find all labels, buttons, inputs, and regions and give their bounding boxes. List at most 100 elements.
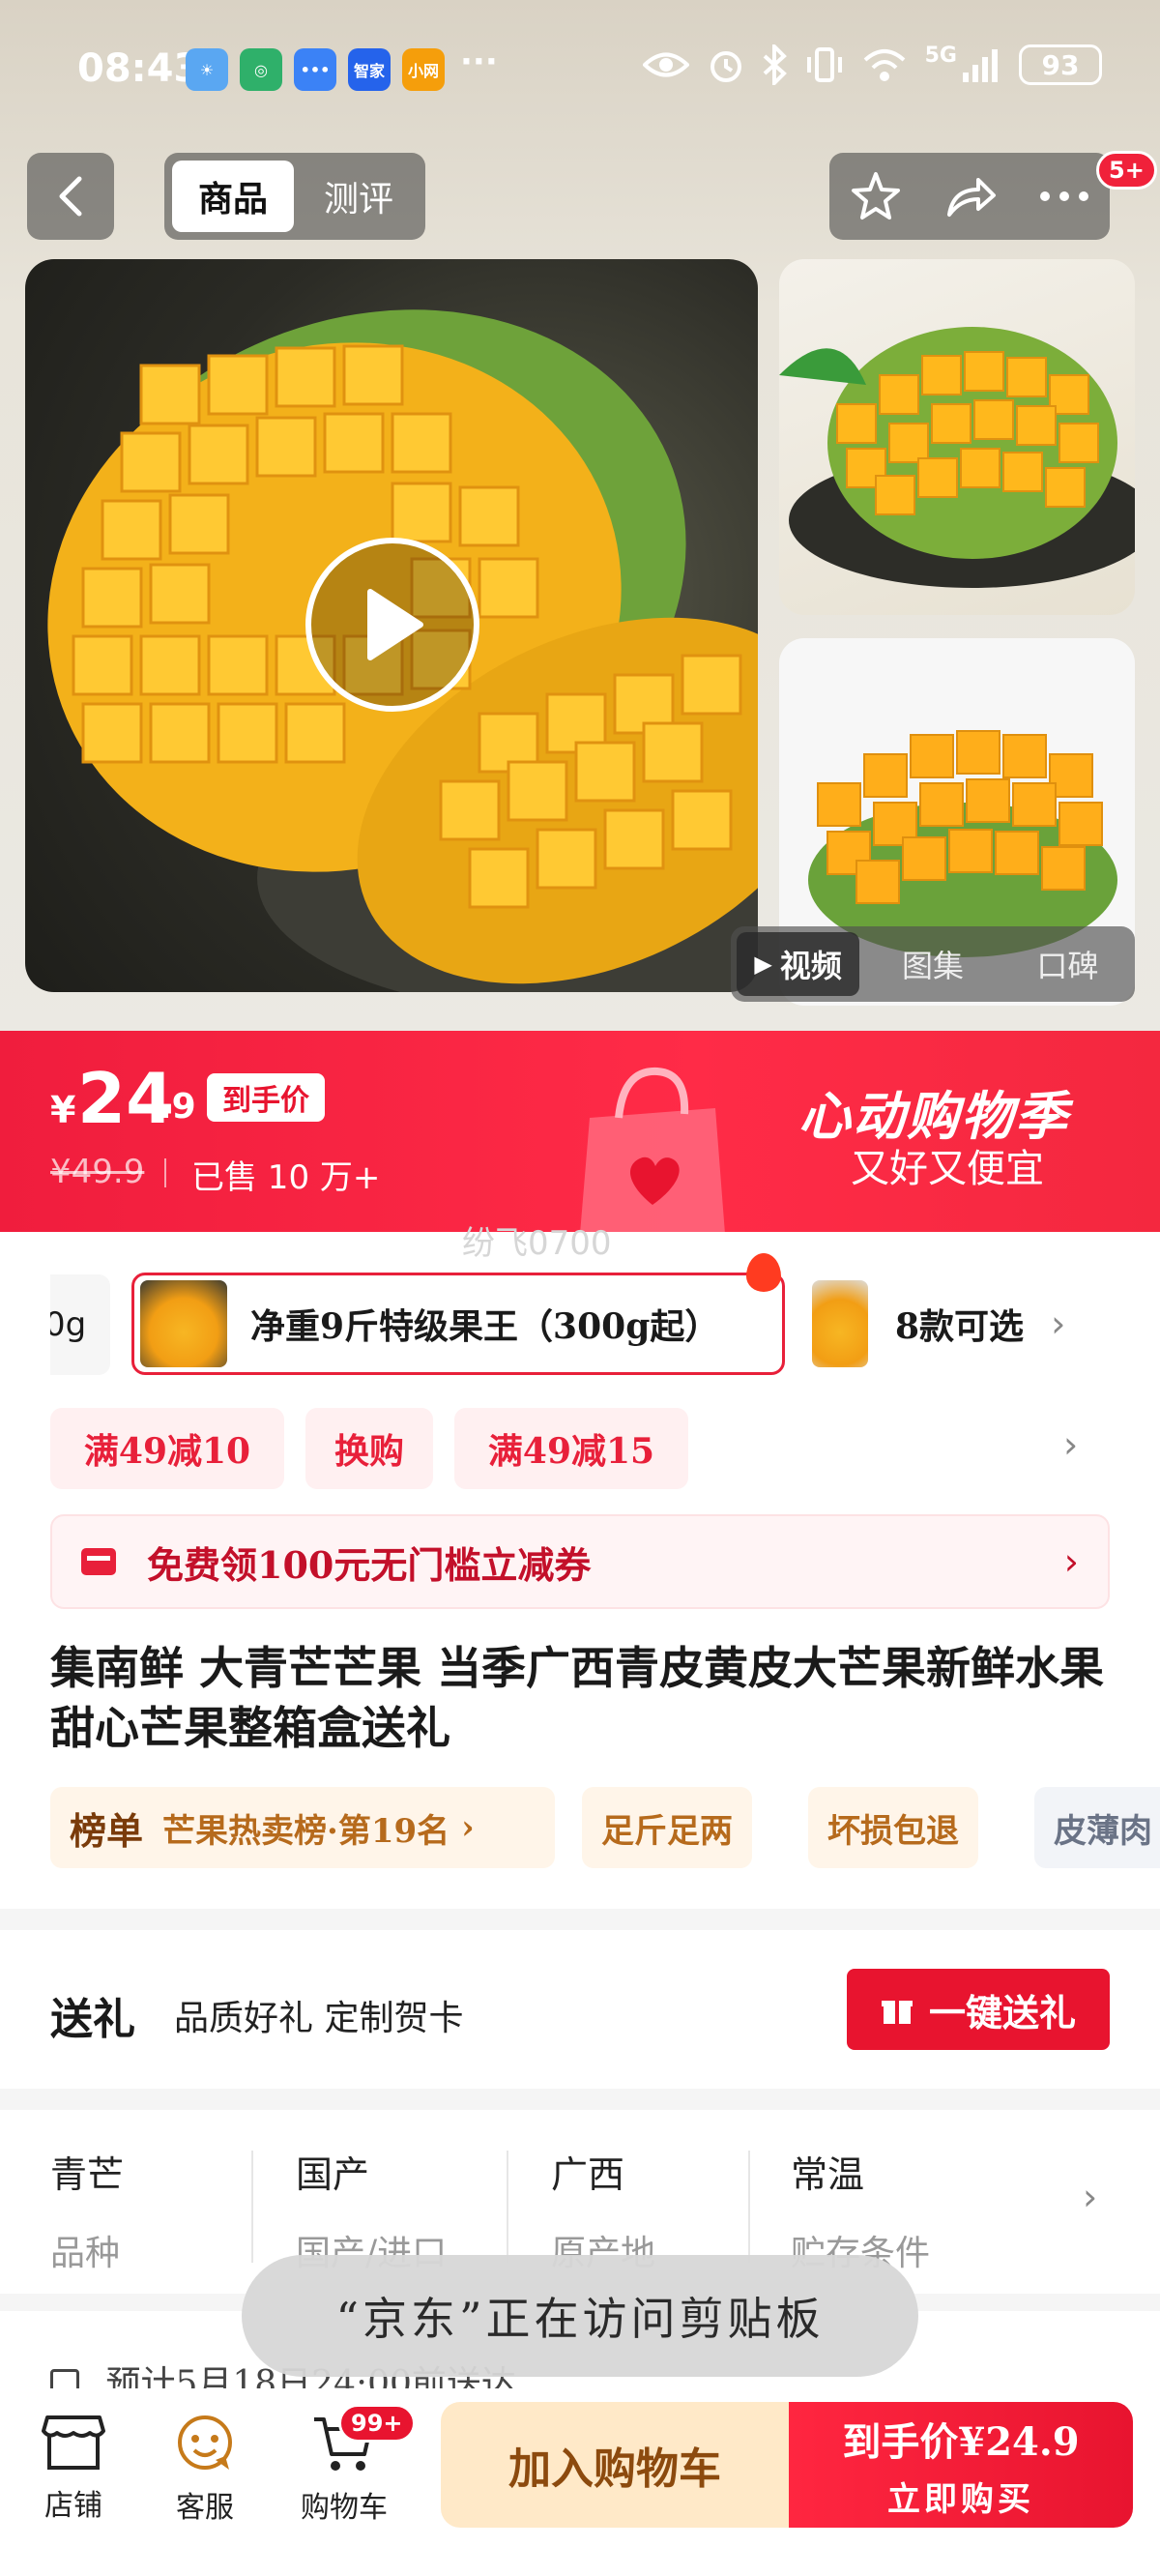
smarthome-app-icon: 智家 [348, 48, 391, 91]
store-icon [42, 2415, 105, 2470]
play-small-icon: ▶ [754, 951, 772, 978]
spec-option-prev-label: 0g [50, 1305, 87, 1344]
price-banner: ¥ 24 .9 到手价 ¥49.9 已售 10 万+ 心动购物季 又好又便宜 [0, 1031, 1160, 1232]
attribute-value: 青芒 [50, 2153, 125, 2196]
coupons-chevron-icon[interactable]: › [1063, 1423, 1078, 1466]
attribute-divider [507, 2151, 508, 2263]
customer-service-label: 客服 [176, 2491, 234, 2525]
coupon-3[interactable]: 满49减15 [454, 1408, 688, 1489]
status-more: ··· [460, 43, 498, 81]
rank-chevron-icon: › [461, 1808, 475, 1847]
chevron-right-icon: › [1051, 1303, 1066, 1345]
spec-option-prev[interactable]: 0g [50, 1274, 110, 1375]
attributes-chevron-icon[interactable]: › [1083, 2176, 1097, 2218]
free-voucher-banner[interactable]: 免费领100元无门槛立减券 › [50, 1514, 1110, 1609]
rank-label: 芒果热卖榜·第19名 [162, 1811, 450, 1851]
tag-damage-refund: 坏损包退 [808, 1787, 978, 1868]
bluetooth-icon [763, 44, 787, 85]
tag-full-weight: 足斤足两 [582, 1787, 752, 1868]
media-tab-video[interactable]: ▶ 视频 [737, 932, 860, 996]
attribute-variety: 青芒 品种 [50, 2145, 282, 2275]
original-price: ¥49.9 [50, 1153, 145, 1191]
media-tab-reviews[interactable]: 口碑 [1006, 932, 1129, 996]
spec-option-selected[interactable]: 净重9斤特级果王（300g起） [131, 1273, 785, 1375]
spec-more-options[interactable]: 8款可选 › [812, 1273, 1083, 1375]
vibrate-icon [806, 47, 842, 82]
gift-button-label: 一键送礼 [928, 1990, 1076, 2034]
wifi-icon [863, 49, 905, 81]
price-divider [164, 1158, 166, 1187]
mobile-app-icon: ◎ [240, 48, 282, 91]
attribute-value: 常温 [791, 2153, 865, 2196]
alarm-icon [710, 51, 741, 82]
price-currency: ¥ [50, 1089, 76, 1131]
attribute-divider [748, 2151, 750, 2263]
rank-key: 榜单 [70, 1808, 144, 1853]
spec-more-thumbnail [812, 1280, 868, 1367]
status-time: 08:43 [77, 46, 201, 91]
top-tab-switcher: 商品 测评 [164, 153, 425, 240]
clipboard-toast: “京东”正在访问剪贴板 [242, 2255, 918, 2377]
promo-subtitle: 又好又便宜 [851, 1147, 1044, 1191]
one-click-gift-button[interactable]: 一键送礼 [847, 1969, 1110, 2050]
nav-actions [829, 153, 1110, 240]
xiaomi-app-icon: 小网 [402, 48, 445, 91]
message-badge: 5+ [1096, 151, 1157, 190]
bottom-action-bar: 店铺 客服 购物车 99+ 加入购物车 到手价¥24.9 立即购买 [0, 2388, 1160, 2576]
tab-review[interactable]: 测评 [300, 161, 418, 232]
back-button[interactable] [27, 153, 114, 240]
battery-indicator: 93 [1019, 44, 1102, 85]
gift-icon [881, 2001, 913, 2024]
thumbnail-image-1[interactable] [779, 259, 1135, 615]
shop-label: 店铺 [44, 2489, 102, 2523]
section-divider-2 [0, 2089, 1160, 2110]
sold-count: 已售 10 万+ [191, 1158, 381, 1197]
shopping-bag-icon [580, 1067, 725, 1232]
add-to-cart-button[interactable]: 加入购物车 [441, 2402, 789, 2528]
spec-selector: 0g 净重9斤特级果王（300g起） 8款可选 › [0, 1257, 1160, 1383]
cart-label: 购物车 [301, 2491, 388, 2525]
attribute-value: 国产 [296, 2153, 370, 2196]
customer-service-button[interactable]: 客服 [147, 2414, 263, 2526]
eye-icon [642, 52, 689, 77]
coupon-1[interactable]: 满49减10 [50, 1408, 284, 1489]
customer-service-icon [178, 2415, 232, 2470]
tab-product[interactable]: 商品 [172, 161, 294, 232]
gift-description: 品质好礼 定制贺卡 [174, 1999, 464, 2038]
spec-more-label: 8款可选 [895, 1306, 1025, 1347]
share-icon[interactable] [943, 172, 998, 220]
buy-now-button[interactable]: 到手价¥24.9 立即购买 [789, 2402, 1133, 2528]
shop-button[interactable]: 店铺 [15, 2414, 131, 2524]
media-tabs: ▶ 视频 图集 口碑 [731, 926, 1135, 1002]
cart-count-badge: 99+ [338, 2404, 416, 2443]
weather-app-icon: ☀ [186, 48, 228, 91]
media-tab-gallery[interactable]: 图集 [871, 932, 994, 996]
star-icon[interactable] [850, 170, 902, 222]
rank-tag[interactable]: 榜单 芒果热卖榜·第19名 › [50, 1787, 555, 1868]
final-price-tag: 到手价 [207, 1073, 325, 1122]
section-divider [0, 1909, 1160, 1930]
signal-icon [963, 49, 998, 82]
spec-option-thumbnail [140, 1280, 227, 1367]
voucher-chevron-icon: › [1063, 1540, 1079, 1583]
status-indicators: 5G 93 [642, 43, 1102, 85]
status-bar: 08:43 ☀ ◎ ••• 智家 小网 ··· 5G 93 [0, 39, 1160, 106]
price-decimal: .9 [159, 1087, 196, 1127]
tag-thin-skin: 皮薄肉 [1034, 1787, 1160, 1868]
buy-now-price: 到手价¥24.9 [842, 2418, 1080, 2465]
buy-now-label: 立即购买 [887, 2479, 1034, 2519]
attribute-divider [251, 2151, 253, 2263]
mango-thumb-illustration [779, 327, 1135, 588]
more-icon[interactable] [1039, 190, 1089, 202]
back-arrow-icon [59, 176, 82, 217]
media-tab-video-label: 视频 [779, 948, 842, 984]
play-video-button[interactable] [305, 538, 479, 712]
gift-title: 送礼 [50, 1995, 135, 2044]
coupon-2[interactable]: 换购 [305, 1408, 433, 1489]
network-type: 5G [924, 43, 957, 68]
voucher-label: 免费领100元无门槛立减券 [147, 1542, 592, 1587]
spec-option-selected-label: 净重9斤特级果王（300g起） [250, 1306, 720, 1347]
voucher-card-icon [81, 1548, 116, 1575]
attribute-key: 品种 [50, 2234, 121, 2273]
play-icon [367, 589, 423, 660]
